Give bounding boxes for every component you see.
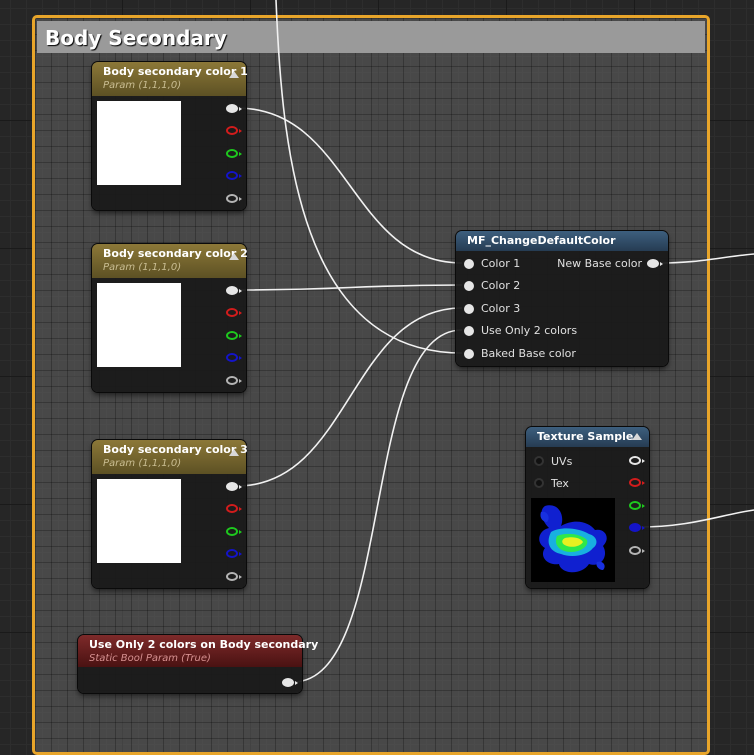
param-node-subtitle: Param (1,1,1,0) [103, 80, 182, 91]
r-output-pin[interactable] [226, 308, 242, 317]
param-node-color-3[interactable]: Body secondary color 3 Param (1,1,1,0) [92, 440, 248, 588]
collapse-arrow-icon[interactable] [229, 449, 239, 456]
param-node-title: Body secondary color 1 [103, 65, 248, 78]
param-node-color-2[interactable]: Body secondary color 2 Param (1,1,1,0) [92, 244, 248, 392]
texture-preview-thumbnail [531, 498, 615, 582]
a-output-pin[interactable] [226, 194, 242, 203]
baked-base-color-input-label: Baked Base color [481, 347, 576, 360]
new-base-color-output-pin[interactable] [647, 259, 663, 268]
color3-input-pin[interactable] [464, 304, 474, 314]
param-node-subtitle: Param (1,1,1,0) [103, 262, 182, 273]
use-only-2-colors-input-label: Use Only 2 colors [481, 324, 578, 337]
color2-input-label: Color 2 [481, 279, 521, 292]
a-output-pin[interactable] [629, 546, 645, 555]
g-output-pin[interactable] [629, 501, 645, 510]
comment-title[interactable]: Body Secondary [37, 21, 705, 53]
r-output-pin[interactable] [629, 478, 645, 487]
texture-sample-node[interactable]: Texture Sample UVs Tex [526, 427, 649, 588]
param-node-title: Body secondary color 2 [103, 247, 248, 260]
param-node-header[interactable]: Body secondary color 2 Param (1,1,1,0) [92, 244, 248, 278]
param-node-color-1[interactable]: Body secondary color 1 Param (1,1,1,0) [92, 62, 248, 210]
texture-sample-header[interactable]: Texture Sample [526, 427, 649, 447]
b-output-pin[interactable] [629, 523, 645, 532]
new-base-color-output-label: New Base color [557, 257, 642, 270]
tex-input-pin[interactable] [534, 478, 544, 488]
color-preview-swatch [97, 479, 181, 563]
b-output-pin[interactable] [226, 171, 242, 180]
b-output-pin[interactable] [226, 353, 242, 362]
baked-base-color-input-pin[interactable] [464, 349, 474, 359]
rgb-output-pin[interactable] [226, 104, 242, 113]
param-node-header[interactable]: Body secondary color 1 Param (1,1,1,0) [92, 62, 248, 96]
texture-preview-image [531, 498, 615, 582]
rgb-output-pin[interactable] [226, 286, 242, 295]
param-node-subtitle: Param (1,1,1,0) [103, 458, 182, 469]
color-preview-swatch [97, 283, 181, 367]
g-output-pin[interactable] [226, 331, 242, 340]
collapse-arrow-icon[interactable] [632, 433, 642, 440]
function-node-title: MF_ChangeDefaultColor [467, 234, 616, 247]
static-bool-header[interactable]: Use Only 2 colors on Body secondary Stat… [78, 635, 319, 667]
rgb-output-pin[interactable] [226, 482, 242, 491]
function-node-mf-change-default-color[interactable]: MF_ChangeDefaultColor Color 1 Color 2 Co… [456, 231, 668, 366]
rgb-output-pin[interactable] [629, 456, 645, 465]
function-node-header[interactable]: MF_ChangeDefaultColor [456, 231, 668, 251]
tex-input-label: Tex [551, 477, 569, 490]
param-node-title: Body secondary color 3 [103, 443, 248, 456]
r-output-pin[interactable] [226, 504, 242, 513]
bool-output-pin[interactable] [282, 678, 298, 687]
a-output-pin[interactable] [226, 572, 242, 581]
static-bool-node[interactable]: Use Only 2 colors on Body secondary Stat… [78, 635, 319, 693]
collapse-arrow-icon[interactable] [229, 253, 239, 260]
g-output-pin[interactable] [226, 149, 242, 158]
uvs-input-pin[interactable] [534, 456, 544, 466]
static-bool-subtitle: Static Bool Param (True) [89, 653, 211, 664]
param-node-header[interactable]: Body secondary color 3 Param (1,1,1,0) [92, 440, 248, 474]
collapse-arrow-icon[interactable] [229, 71, 239, 78]
color2-input-pin[interactable] [464, 281, 474, 291]
color1-input-pin[interactable] [464, 259, 474, 269]
a-output-pin[interactable] [226, 376, 242, 385]
uvs-input-label: UVs [551, 455, 573, 468]
b-output-pin[interactable] [226, 549, 242, 558]
g-output-pin[interactable] [226, 527, 242, 536]
color-preview-swatch [97, 101, 181, 185]
color1-input-label: Color 1 [481, 257, 521, 270]
r-output-pin[interactable] [226, 126, 242, 135]
use-only-2-colors-input-pin[interactable] [464, 326, 474, 336]
color3-input-label: Color 3 [481, 302, 521, 315]
static-bool-title: Use Only 2 colors on Body secondary [89, 638, 319, 651]
